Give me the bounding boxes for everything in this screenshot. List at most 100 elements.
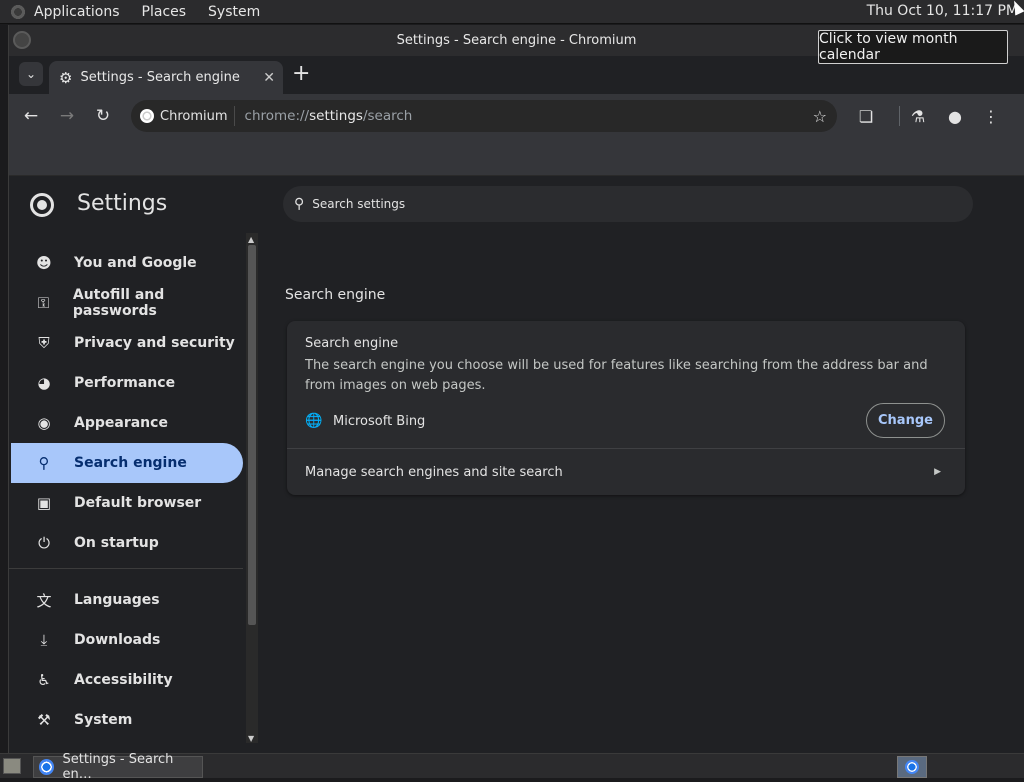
sidebar-item-languages[interactable]: 文 Languages: [11, 580, 243, 620]
shield-icon: ⛨: [38, 334, 50, 352]
sidebar-item-label: Languages: [74, 592, 160, 608]
person-icon: ☻: [36, 254, 52, 272]
sidebar-item-on-startup[interactable]: ⏻ On startup: [11, 523, 243, 563]
window-title: Settings - Search engine - Chromium: [396, 33, 637, 48]
power-icon: ⏻: [38, 534, 50, 552]
distro-logo-icon[interactable]: [9, 2, 27, 21]
browser-icon: ▣: [36, 494, 52, 512]
sidebar-item-label: Autofill and passwords: [72, 287, 165, 319]
extensions-puzzle-icon[interactable]: ❏: [854, 104, 878, 128]
tab-settings[interactable]: ⚙ Settings - Search engine ✕: [49, 61, 283, 94]
search-icon: ⚲: [38, 454, 50, 472]
settings-page: Settings ⚲ Search settings ☻ You and Goo…: [9, 176, 1024, 753]
sidebar-scrollbar[interactable]: ▲ ▼: [246, 233, 258, 743]
sidebar-item-label: Downloads: [74, 632, 161, 648]
url-host: settings: [309, 108, 363, 124]
search-placeholder: Search settings: [312, 197, 406, 211]
search-icon: ⚲: [294, 196, 305, 212]
chevron-right-icon: ▶: [934, 467, 941, 477]
sidebar-item-label: On startup: [74, 535, 159, 551]
search-engine-card: Search engine The search engine you choo…: [287, 321, 965, 495]
labs-flask-icon[interactable]: ⚗: [906, 104, 930, 128]
calendar-tooltip: Click to view month calendar: [818, 30, 1008, 64]
tab-label: Settings - Search engine: [80, 70, 240, 85]
scrollbar-thumb[interactable]: [248, 245, 256, 625]
sidebar-item-default-browser[interactable]: ▣ Default browser: [11, 483, 243, 523]
palette-icon: ◉: [37, 414, 51, 432]
sidebar-item-label: System: [74, 712, 133, 728]
speedometer-icon: ◕: [37, 374, 51, 392]
reload-icon[interactable]: ↻: [91, 104, 115, 128]
sidebar-item-search-engine[interactable]: ⚲ Search engine: [11, 443, 243, 483]
manage-search-engines-label: Manage search engines and site search: [305, 464, 563, 480]
taskbar-window-button[interactable]: Settings - Search en…: [33, 752, 203, 782]
sidebar-item-label: Accessibility: [74, 672, 173, 688]
close-tab-icon[interactable]: ✕: [263, 70, 275, 86]
download-icon: ⤓: [40, 631, 48, 649]
chromium-icon: [905, 760, 919, 774]
url-text[interactable]: chrome://settings/search: [245, 108, 413, 124]
window-menu-icon[interactable]: [13, 31, 31, 49]
profile-avatar-icon[interactable]: ●: [943, 104, 967, 128]
globe-icon: 🌐: [305, 413, 323, 429]
desktop-taskbar: Settings - Search en…: [0, 752, 1024, 782]
settings-sidebar: ☻ You and Google ⚿ Autofill and password…: [9, 233, 258, 753]
browser-window: Settings - Search engine - Chromium ⌄ ⚙ …: [8, 25, 1024, 753]
wrench-icon: ⚒: [37, 711, 51, 729]
section-title: Search engine: [285, 287, 386, 303]
places-menu[interactable]: Places: [142, 4, 187, 20]
sidebar-item-performance[interactable]: ◕ Performance: [11, 363, 243, 403]
card-description: The search engine you choose will be use…: [305, 358, 928, 393]
current-engine-row: 🌐 Microsoft Bing: [305, 413, 425, 429]
address-bar[interactable]: Chromium chrome://settings/search ☆: [131, 100, 837, 132]
sidebar-item-you-and-google[interactable]: ☻ You and Google: [11, 243, 243, 283]
gear-icon: ⚙: [59, 68, 73, 87]
scroll-down-arrow-icon[interactable]: ▼: [248, 734, 254, 743]
page-title: Settings: [77, 191, 168, 216]
clock[interactable]: Thu Oct 10, 11:17 PM: [867, 3, 1018, 19]
back-arrow-icon[interactable]: ←: [19, 104, 43, 128]
card-heading: Search engine: [305, 336, 399, 351]
sidebar-item-label: Privacy and security: [74, 335, 235, 351]
sidebar-item-label: Default browser: [74, 495, 202, 511]
sidebar-item-system[interactable]: ⚒ System: [11, 700, 243, 740]
site-info-chip[interactable]: Chromium: [140, 106, 235, 126]
translate-icon: 文: [36, 591, 52, 610]
sidebar-item-label: Appearance: [74, 415, 168, 431]
tray-chromium-icon[interactable]: [897, 756, 927, 778]
change-button[interactable]: Change: [866, 403, 945, 438]
manage-search-engines-row[interactable]: Manage search engines and site search ▶: [287, 449, 965, 495]
applications-menu[interactable]: Applications: [34, 4, 120, 20]
sidebar-item-downloads[interactable]: ⤓ Downloads: [11, 620, 243, 660]
sidebar-item-label: Performance: [74, 375, 176, 391]
scroll-up-arrow-icon[interactable]: ▲: [248, 235, 254, 244]
forward-arrow-icon[interactable]: →: [55, 104, 79, 128]
sidebar-divider: [9, 568, 243, 569]
current-engine-name: Microsoft Bing: [333, 413, 426, 429]
key-icon: ⚿: [37, 294, 50, 312]
settings-header: Settings ⚲ Search settings: [9, 176, 1024, 231]
system-menu[interactable]: System: [208, 4, 260, 20]
bookmark-star-icon[interactable]: ☆: [813, 107, 827, 126]
show-desktop-icon[interactable]: [3, 758, 21, 774]
accessibility-icon: ♿: [37, 671, 51, 689]
toolbar-divider: [899, 106, 900, 126]
bookmarks-bar: [9, 138, 1024, 176]
browser-toolbar: ← → ↻ Chromium chrome://settings/search …: [9, 94, 1024, 138]
sidebar-item-accessibility[interactable]: ♿ Accessibility: [11, 660, 243, 700]
new-tab-plus-icon[interactable]: +: [292, 63, 310, 85]
sidebar-item-label: Search engine: [74, 455, 187, 471]
sidebar-item-autofill[interactable]: ⚿ Autofill and passwords: [11, 283, 243, 323]
chromium-logo-icon: [30, 193, 54, 217]
chromium-icon: [39, 759, 55, 775]
sidebar-item-appearance[interactable]: ◉ Appearance: [11, 403, 243, 443]
more-menu-icon[interactable]: ⋮: [979, 104, 1003, 128]
tab-search-chevron-icon[interactable]: ⌄: [19, 62, 43, 86]
sidebar-item-label: You and Google: [74, 255, 197, 271]
desktop-top-panel: Applications Places System Thu Oct 10, 1…: [0, 0, 1024, 24]
sidebar-item-privacy[interactable]: ⛨ Privacy and security: [11, 323, 243, 363]
chromium-icon: [140, 109, 154, 123]
search-settings-input[interactable]: ⚲ Search settings: [283, 186, 973, 222]
url-path: /search: [362, 108, 413, 124]
site-info-label: Chromium: [160, 108, 228, 124]
